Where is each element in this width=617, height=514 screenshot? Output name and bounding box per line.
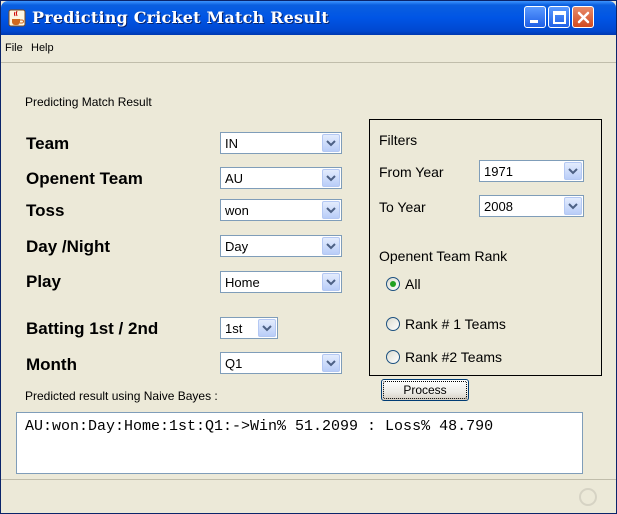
rank-1-radio[interactable] [386, 317, 400, 331]
menu-help[interactable]: Help [31, 42, 54, 54]
maximize-button[interactable] [548, 6, 570, 28]
play-label: Play [26, 272, 61, 291]
filters-title: Filters [379, 132, 418, 148]
toss-select[interactable]: won [220, 199, 342, 221]
play-select[interactable]: Home [220, 271, 342, 293]
maximize-icon [553, 11, 566, 24]
toss-select-value: won [225, 203, 249, 218]
menu-bar: File Help [1, 39, 616, 59]
chevron-down-icon[interactable] [322, 273, 340, 291]
from-year-label: From Year [379, 164, 444, 180]
play-select-value: Home [225, 275, 260, 290]
opponent-team-select[interactable]: AU [220, 167, 342, 189]
month-select-value: Q1 [225, 356, 243, 371]
status-bar [1, 479, 616, 513]
section-title: Predicting Match Result [25, 95, 152, 109]
to-year-select[interactable]: 2008 [479, 195, 584, 217]
rank-2-label[interactable]: Rank #2 Teams [405, 349, 502, 365]
java-cup-icon [8, 9, 26, 27]
rank-title: Openent Team Rank [379, 248, 508, 264]
chevron-down-icon[interactable] [322, 134, 340, 152]
batting-label: Batting 1st / 2nd [26, 319, 159, 338]
month-select[interactable]: Q1 [220, 352, 342, 374]
opponent-team-label: Openent Team [26, 169, 143, 188]
rank-2-radio[interactable] [386, 350, 400, 364]
to-year-select-value: 2008 [484, 199, 513, 214]
rank-all-radio[interactable] [386, 277, 400, 291]
close-button[interactable] [572, 6, 594, 28]
process-button[interactable]: Process [381, 379, 469, 401]
team-select-value: IN [225, 136, 238, 151]
day-night-select-value: Day [225, 239, 249, 254]
chevron-down-icon[interactable] [564, 197, 582, 215]
close-icon [577, 11, 590, 24]
radio-selected-dot [390, 281, 396, 287]
chevron-down-icon[interactable] [258, 319, 276, 337]
result-text: AU:won:Day:Home:1st:Q1:->Win% 51.2099 : … [25, 418, 494, 435]
chevron-down-icon[interactable] [322, 237, 340, 255]
menu-file[interactable]: File [5, 42, 23, 54]
chevron-down-icon[interactable] [322, 354, 340, 372]
window-title: Predicting Cricket Match Result [32, 8, 329, 27]
rank-all-label[interactable]: All [405, 276, 421, 292]
toss-label: Toss [26, 201, 65, 220]
day-night-select[interactable]: Day [220, 235, 342, 257]
chevron-down-icon[interactable] [564, 162, 582, 180]
month-label: Month [26, 355, 77, 374]
busy-indicator-icon [579, 488, 597, 506]
minimize-icon [530, 20, 538, 23]
batting-select-value: 1st [225, 321, 243, 336]
from-year-select[interactable]: 1971 [479, 160, 584, 182]
result-label: Predicted result using Naive Bayes : [25, 389, 218, 403]
to-year-label: To Year [379, 199, 426, 215]
team-select[interactable]: IN [220, 132, 342, 154]
batting-select[interactable]: 1st [220, 317, 278, 339]
menu-separator [1, 62, 616, 63]
app-window: Predicting Cricket Match Result File Hel… [0, 0, 617, 514]
minimize-button[interactable] [524, 6, 546, 28]
chevron-down-icon[interactable] [322, 201, 340, 219]
day-night-label: Day /Night [26, 237, 111, 256]
opponent-team-select-value: AU [225, 171, 244, 186]
result-output[interactable]: AU:won:Day:Home:1st:Q1:->Win% 51.2099 : … [16, 412, 583, 474]
from-year-select-value: 1971 [484, 164, 513, 179]
team-label: Team [26, 134, 70, 153]
rank-1-label[interactable]: Rank # 1 Teams [405, 316, 506, 332]
chevron-down-icon[interactable] [322, 169, 340, 187]
title-bar[interactable]: Predicting Cricket Match Result [1, 1, 616, 35]
